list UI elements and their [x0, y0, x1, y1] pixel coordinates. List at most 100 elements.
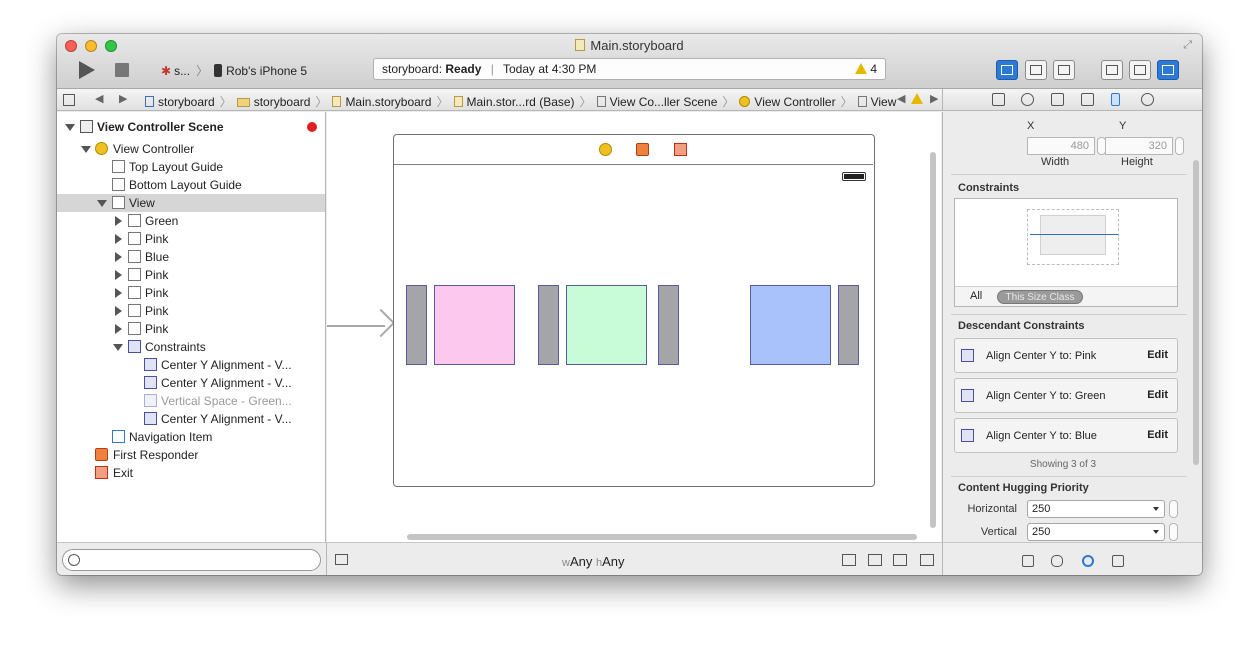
disclosure-triangle-icon[interactable] — [65, 124, 75, 131]
outline-row-view-controller[interactable]: View Controller — [57, 140, 325, 158]
breadcrumb-item-scene[interactable]: View Co...ller Scene — [596, 95, 717, 109]
outline-row-pink[interactable]: Pink — [57, 320, 325, 338]
gray-spacer-view[interactable] — [838, 285, 859, 365]
vertical-scrollbar[interactable] — [930, 152, 936, 528]
view-controller-icon[interactable] — [599, 143, 612, 156]
descendant-constraint-row[interactable]: Align Center Y to: Pink Edit — [954, 338, 1178, 373]
align-icon[interactable] — [842, 554, 856, 566]
outline-row-navigation-item[interactable]: Navigation Item — [57, 428, 325, 446]
navigator-toggle-button[interactable] — [1101, 60, 1123, 80]
fullscreen-icon[interactable]: ⤢ — [1183, 39, 1192, 52]
blue-view[interactable] — [750, 285, 831, 365]
outline-row-scene[interactable]: View Controller Scene — [57, 118, 325, 136]
disclosure-triangle-icon[interactable] — [115, 306, 122, 316]
edit-constraint-button[interactable]: Edit — [1147, 389, 1168, 401]
height-field[interactable]: 320 — [1105, 137, 1173, 155]
edit-constraint-button[interactable]: Edit — [1147, 349, 1168, 361]
disclosure-triangle-icon[interactable] — [113, 344, 123, 351]
disclosure-triangle-icon[interactable] — [115, 252, 122, 262]
outline-row-pink[interactable]: Pink — [57, 302, 325, 320]
width-field[interactable]: 480 — [1027, 137, 1095, 155]
disclosure-triangle-icon[interactable] — [115, 270, 122, 280]
breadcrumb-item-project[interactable]: storyboard — [145, 95, 215, 109]
exit-icon[interactable] — [674, 143, 687, 156]
descendant-constraint-row[interactable]: Align Center Y to: Blue Edit — [954, 418, 1178, 453]
identity-inspector-icon[interactable] — [1051, 93, 1064, 106]
outline-row-first-responder[interactable]: First Responder — [57, 446, 325, 464]
disclosure-triangle-icon[interactable] — [81, 146, 91, 153]
object-library-icon[interactable] — [1082, 555, 1094, 567]
outline-row-bottom-layout-guide[interactable]: Bottom Layout Guide — [57, 176, 325, 194]
outline-row-green[interactable]: Green — [57, 212, 325, 230]
next-issue-icon[interactable]: ▶ — [930, 92, 938, 105]
storyboard-canvas[interactable] — [327, 112, 941, 542]
vertical-hugging-stepper[interactable] — [1169, 523, 1178, 541]
green-view[interactable] — [566, 285, 647, 365]
outline-row-constraints[interactable]: Constraints — [57, 338, 325, 356]
inspector-scrollbar[interactable] — [1193, 160, 1199, 465]
breadcrumb-item-base[interactable]: Main.stor...rd (Base) — [453, 95, 575, 109]
outline-row-pink[interactable]: Pink — [57, 284, 325, 302]
outline-row-top-layout-guide[interactable]: Top Layout Guide — [57, 158, 325, 176]
gray-spacer-view[interactable] — [658, 285, 679, 365]
code-snippet-library-icon[interactable] — [1051, 555, 1063, 567]
stop-button[interactable] — [115, 63, 129, 77]
breadcrumb-item-view-controller[interactable]: View Controller — [739, 95, 836, 109]
height-stepper[interactable] — [1175, 137, 1184, 155]
outline-row-constraint-disabled[interactable]: Vertical Space - Green... — [57, 392, 325, 410]
resizing-behavior-icon[interactable] — [920, 554, 934, 566]
assistant-editor-button[interactable] — [1025, 60, 1047, 80]
disclosure-triangle-icon[interactable] — [115, 324, 122, 334]
outline-row-constraint[interactable]: Center Y Alignment - V... — [57, 374, 325, 392]
file-inspector-icon[interactable] — [992, 93, 1005, 106]
gray-spacer-view[interactable] — [538, 285, 559, 365]
file-template-library-icon[interactable] — [1022, 555, 1034, 567]
attributes-inspector-icon[interactable] — [1081, 93, 1094, 106]
disclosure-triangle-icon[interactable] — [97, 200, 107, 207]
size-class-control[interactable]: wAny hAny — [562, 554, 625, 569]
this-size-class-filter-button[interactable]: This Size Class — [997, 290, 1083, 304]
vertical-hugging-select[interactable]: 250 — [1027, 523, 1165, 541]
related-items-icon[interactable] — [63, 94, 75, 106]
horizontal-hugging-stepper[interactable] — [1169, 500, 1178, 518]
pin-icon[interactable] — [868, 554, 882, 566]
resolve-issues-icon[interactable] — [893, 554, 907, 566]
descendant-constraint-row[interactable]: Align Center Y to: Green Edit — [954, 378, 1178, 413]
warning-icon[interactable] — [911, 93, 926, 106]
standard-editor-button[interactable] — [996, 60, 1018, 80]
run-button[interactable] — [79, 61, 95, 79]
first-responder-icon[interactable] — [636, 143, 649, 156]
outline-row-constraint[interactable]: Center Y Alignment - V... — [57, 410, 325, 428]
scheme-selector[interactable]: ✱ s... 〉 Rob's iPhone 5 — [161, 62, 307, 79]
disclosure-triangle-icon[interactable] — [115, 234, 122, 244]
outline-row-blue[interactable]: Blue — [57, 248, 325, 266]
media-library-icon[interactable] — [1112, 555, 1124, 567]
warnings-indicator[interactable]: 4 — [855, 59, 877, 79]
outline-row-view[interactable]: View — [57, 194, 325, 212]
horizontal-scrollbar[interactable] — [407, 534, 917, 540]
view-controller-scene[interactable] — [393, 134, 875, 487]
horizontal-hugging-select[interactable]: 250 — [1027, 500, 1165, 518]
breadcrumb-item-folder[interactable]: storyboard — [236, 95, 310, 109]
gray-spacer-view[interactable] — [406, 285, 427, 365]
outline-row-pink[interactable]: Pink — [57, 230, 325, 248]
error-indicator-icon[interactable] — [307, 122, 317, 132]
utilities-toggle-button[interactable] — [1157, 60, 1179, 80]
forward-arrow-icon[interactable]: ▶ — [119, 92, 127, 105]
previous-issue-icon[interactable]: ◀ — [897, 92, 905, 105]
outline-row-constraint[interactable]: Center Y Alignment - V... — [57, 356, 325, 374]
pink-view[interactable] — [434, 285, 515, 365]
back-arrow-icon[interactable]: ◀ — [95, 92, 103, 105]
debug-area-toggle-button[interactable] — [1129, 60, 1151, 80]
disclosure-triangle-icon[interactable] — [115, 216, 122, 226]
breadcrumb-item-view[interactable]: View — [857, 95, 896, 109]
outline-row-exit[interactable]: Exit — [57, 464, 325, 482]
show-outline-icon[interactable] — [335, 554, 348, 565]
disclosure-triangle-icon[interactable] — [115, 288, 122, 298]
all-filter-button[interactable]: All — [970, 290, 982, 302]
quick-help-icon[interactable] — [1021, 93, 1034, 106]
edit-constraint-button[interactable]: Edit — [1147, 429, 1168, 441]
breadcrumb-item-file[interactable]: Main.storyboard — [332, 95, 431, 109]
size-inspector-icon[interactable] — [1111, 93, 1120, 106]
connections-inspector-icon[interactable] — [1141, 93, 1154, 106]
